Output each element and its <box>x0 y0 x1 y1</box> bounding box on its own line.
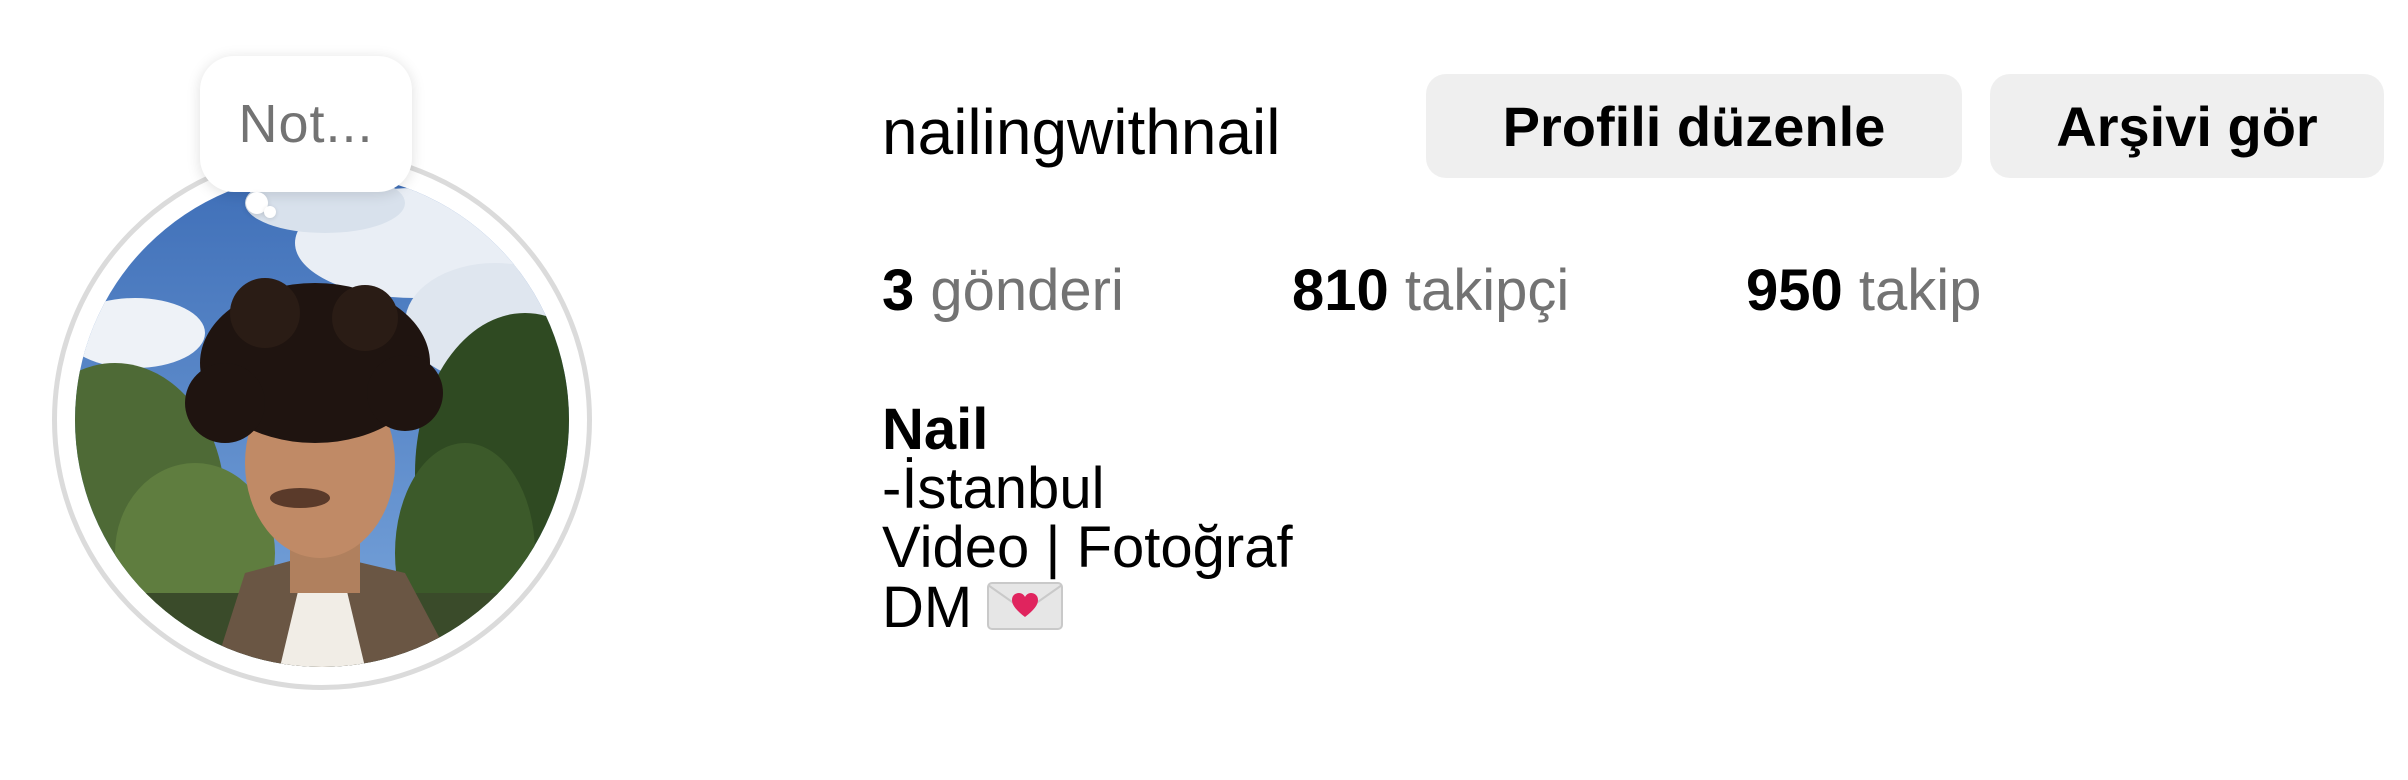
display-name: Nail <box>882 397 989 462</box>
note-placeholder: Not... <box>238 94 374 154</box>
profile-photo <box>75 173 569 667</box>
posts-stat: 3 gönderi <box>882 256 1124 326</box>
bio-dm-text: DM <box>882 575 973 640</box>
followers-stat[interactable]: 810 takipçi <box>1292 256 1569 326</box>
avatar[interactable] <box>75 173 569 667</box>
following-stat[interactable]: 950 takip <box>1746 256 1981 326</box>
envelope-with-heart-icon <box>987 582 1064 630</box>
note-bubble-tail-small <box>264 206 276 218</box>
bio-line-contact: DM <box>882 577 1293 637</box>
following-label: takip <box>1858 258 1982 323</box>
bio: Nail -İstanbul Video | Fotoğraf DM <box>882 400 1293 637</box>
following-count: 950 <box>1746 258 1843 323</box>
posts-label: gönderi <box>930 258 1124 323</box>
view-archive-button[interactable]: Arşivi gör <box>1990 74 2384 178</box>
bio-line-location: -İstanbul <box>882 456 1105 521</box>
posts-count: 3 <box>882 258 915 323</box>
note-bubble[interactable]: Not... <box>200 56 412 192</box>
profile-header: Not... nailingwithnail Profili düzenle A… <box>0 0 2408 780</box>
edit-profile-button[interactable]: Profili düzenle <box>1426 74 1962 178</box>
bio-line-work: Video | Fotoğraf <box>882 515 1293 580</box>
username: nailingwithnail <box>882 96 1281 168</box>
followers-count: 810 <box>1292 258 1389 323</box>
followers-label: takipçi <box>1404 258 1570 323</box>
